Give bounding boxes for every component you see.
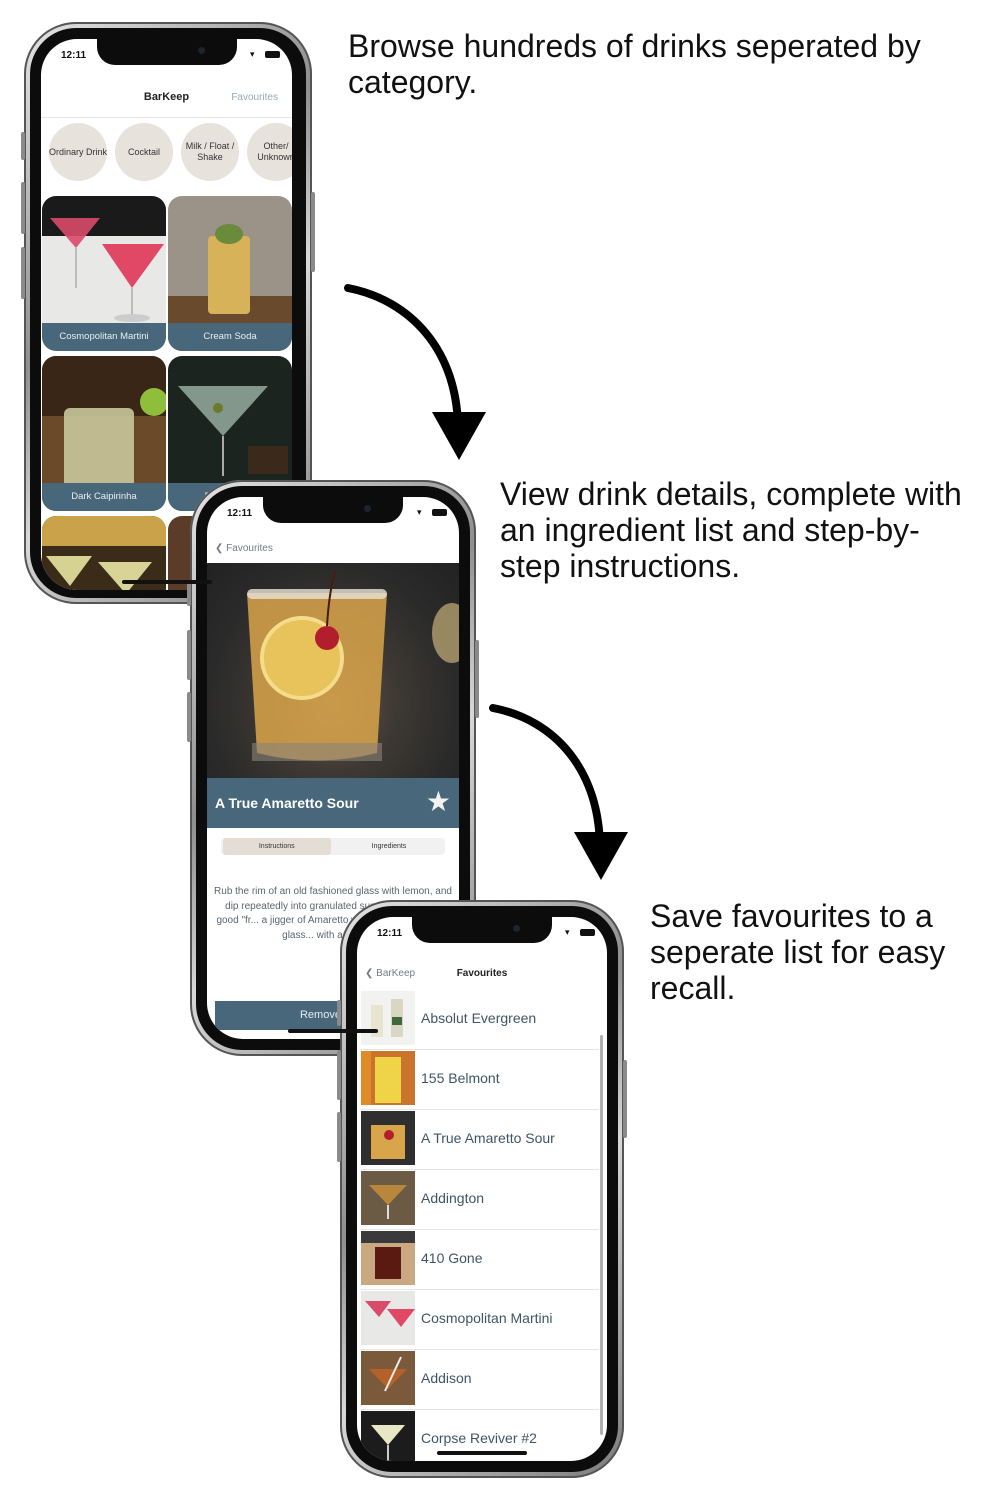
drink-name: Addison [421, 1370, 472, 1386]
notch [263, 497, 403, 523]
category-strip[interactable]: Ordinary Drink Cocktail Milk / Float / S… [47, 123, 292, 183]
drink-name: 410 Gone [421, 1250, 483, 1266]
favourites-link[interactable]: Favourites [231, 92, 278, 103]
notch [96, 39, 237, 65]
battery-icon [265, 51, 280, 58]
drink-name: 155 Belmont [421, 1070, 500, 1086]
list-item[interactable]: Addison [361, 1349, 599, 1410]
scrollbar[interactable] [600, 1035, 603, 1435]
drink-thumbnail [361, 1051, 415, 1105]
wifi-icon: ▾ [250, 49, 255, 59]
caption-browse: Browse hundreds of drinks seperated by c… [348, 28, 921, 100]
wifi-icon: ▾ [565, 927, 570, 937]
drink-hero-image [207, 563, 459, 778]
nav-bar: BarKeep Favourites [41, 81, 292, 118]
drink-name: Addington [421, 1190, 485, 1206]
drink-tile[interactable]: Dark Caipirinha [42, 356, 166, 511]
drink-thumbnail [361, 1411, 415, 1461]
drink-thumbnail [361, 1291, 415, 1345]
page-title: Favourites [456, 968, 508, 979]
list-item[interactable]: 155 Belmont [361, 1049, 599, 1110]
category-milk-float-shake[interactable]: Milk / Float / Shake [181, 123, 239, 181]
drink-name: Absolut Evergreen [421, 1010, 537, 1026]
caption-favourites: Save favourites to a seperate list for e… [650, 898, 946, 1006]
home-indicator [121, 580, 212, 584]
arrow-to-details [344, 284, 486, 460]
drink-name: Cosmopolitan Martini [42, 323, 166, 351]
notch [412, 917, 552, 943]
favourites-screen: 12:11 ▾ ❮ BarKeep Favourites Absolut Eve… [357, 917, 607, 1461]
phone-favourites: 12:11 ▾ ❮ BarKeep Favourites Absolut Eve… [337, 900, 627, 1478]
back-button[interactable]: ❮ Favourites [215, 543, 273, 554]
nav-bar: ❮ Favourites [207, 535, 459, 563]
home-indicator [288, 1029, 378, 1033]
wifi-icon: ▾ [417, 507, 422, 517]
drink-title: A True Amaretto Sour [215, 795, 359, 811]
category-cocktail[interactable]: Cocktail [115, 123, 173, 181]
chevron-left-icon: ❮ [215, 543, 227, 554]
drink-name: Dark Caipirinha [42, 483, 166, 511]
list-item[interactable]: Cosmopolitan Martini [361, 1289, 599, 1350]
drink-name: Cosmopolitan Martini [421, 1310, 553, 1326]
category-ordinary-drink[interactable]: Ordinary Drink [49, 123, 107, 181]
drink-tile[interactable]: Cosmopolitan Martini [42, 196, 166, 351]
drink-thumbnail [361, 1111, 415, 1165]
list-item[interactable]: Addington [361, 1169, 599, 1230]
drink-photo [247, 570, 459, 761]
drink-title-bar: A True Amaretto Sour ★ [207, 778, 459, 828]
list-item[interactable]: Absolut Evergreen [361, 989, 599, 1050]
status-time: 12:11 [227, 508, 253, 519]
caption-details: View drink details, complete with an ing… [500, 476, 962, 584]
list-item[interactable]: 410 Gone [361, 1229, 599, 1290]
drink-tile[interactable]: Cream Soda [168, 196, 292, 351]
drink-name: A True Amaretto Sour [421, 1130, 555, 1146]
category-other-unknown[interactable]: Other/ Unknown [247, 123, 292, 181]
back-label: Favourites [226, 543, 273, 554]
battery-icon [432, 509, 447, 516]
drink-thumbnail [361, 1231, 415, 1285]
tab-instructions[interactable]: Instructions [223, 838, 331, 855]
drink-tile[interactable] [42, 516, 166, 590]
star-icon[interactable]: ★ [426, 787, 451, 817]
status-time: 12:11 [61, 50, 87, 61]
drink-thumbnail [361, 991, 415, 1045]
status-time: 12:11 [377, 928, 403, 939]
drink-photo [42, 516, 166, 590]
battery-icon [580, 929, 595, 936]
drink-thumbnail [361, 1351, 415, 1405]
nav-bar: ❮ BarKeep Favourites [357, 957, 607, 987]
arrow-to-favourites [489, 704, 628, 880]
drink-name: Corpse Reviver #2 [421, 1430, 537, 1446]
drink-name: Cream Soda [168, 323, 292, 351]
list-item[interactable]: A True Amaretto Sour [361, 1109, 599, 1170]
segmented-control: Instructions Ingredients [221, 838, 445, 855]
tab-ingredients[interactable]: Ingredients [333, 838, 445, 855]
home-indicator [437, 1451, 527, 1455]
drink-thumbnail [361, 1171, 415, 1225]
